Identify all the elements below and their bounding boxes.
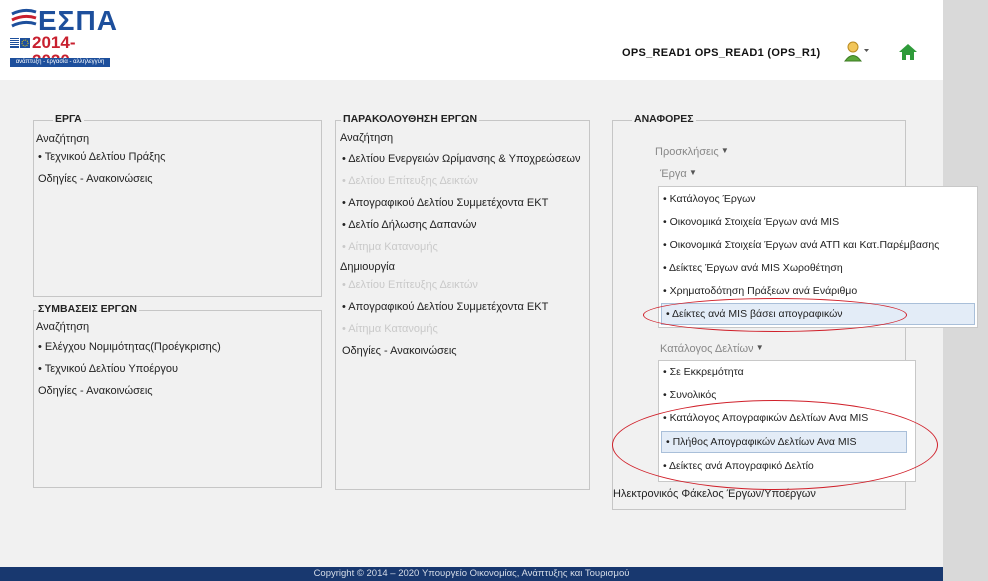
logo-tagline: ανάπτυξη - εργασία - αλληλεγγύη [10,58,110,67]
caret-down-icon: ▼ [686,168,697,177]
menu-item-project-catalog[interactable]: • Κατάλογος Έργων [659,189,977,209]
erga-item-technical-sheet[interactable]: • Τεχνικού Δελτίου Πράξης [38,151,165,163]
caret-down-icon: ▼ [753,343,764,352]
symvaseis-title: ΣΥΜΒΑΣΕΙΣ ΕΡΓΩΝ [36,303,139,315]
erga-dropdown[interactable]: Έργα ▼ [660,168,697,180]
logo-swoosh-icon [11,8,37,28]
symvaseis-announcements[interactable]: Οδηγίες - Ανακοινώσεις [38,385,153,397]
create-indicator-achievement: • Δελτίου Επίτευξης Δεικτών [342,279,478,291]
katalogos-label: Κατάλογος Δελτίων [660,343,754,355]
header: ΕΣΠΑ 2014-2020 ανάπτυξη - εργασία - αλλη… [0,0,943,80]
parakolouthisi-title: ΠΑΡΑΚΟΛΟΥΘΗΣΗ ΕΡΓΩΝ [341,113,480,125]
erga-panel [33,120,322,297]
parakolouthisi-announcements[interactable]: Οδηγίες - Ανακοινώσεις [342,345,457,357]
footer: Copyright © 2014 – 2020 Υπουργείο Οικονο… [0,567,943,581]
item-esf-participant[interactable]: • Απογραφικού Δελτίου Συμμετέχοντα ΕΚΤ [342,197,548,209]
create-allocation-request: • Αίτημα Κατανομής [342,323,438,335]
symvaseis-item-legality[interactable]: • Ελέγχου Νομιμότητας(Προέγκρισης) [38,341,221,353]
anafores-title: ΑΝΑΦΟΡΕΣ [632,113,696,125]
erga-announcements[interactable]: Οδηγίες - Ανακοινώσεις [38,173,153,185]
logo-title: ΕΣΠΑ [38,5,118,36]
highlight-oval-mis-census [643,298,907,332]
erga-search-label: Αναζήτηση [36,133,90,145]
menu-item-financial-per-atp[interactable]: • Οικονομικά Στοιχεία Έργων ανά ΑΤΠ και … [659,235,977,255]
item-allocation-request: • Αίτημα Κατανομής [342,241,438,253]
proskliseis-label: Προσκλήσεις [655,146,719,158]
item-indicator-achievement: • Δελτίου Επίτευξης Δεικτών [342,175,478,187]
espa-logo[interactable]: ΕΣΠΑ 2014-2020 ανάπτυξη - εργασία - αλλη… [10,6,117,70]
item-maturity-sheet[interactable]: • Δελτίου Ενεργειών Ωρίμανσης & Υποχρεώσ… [342,153,581,165]
parakolouthisi-search-label: Αναζήτηση [340,132,394,144]
home-icon[interactable] [898,42,918,62]
footer-copyright: Copyright © 2014 – 2020 Υπουργείο Οικονο… [313,568,630,579]
highlight-oval-census-list [612,400,938,490]
user-avatar-icon[interactable] [844,40,870,62]
proskliseis-dropdown[interactable]: Προσκλήσεις ▼ [655,146,729,158]
menu-item-indicators-location[interactable]: • Δείκτες Έργων ανά MIS Χωροθέτηση [659,258,977,278]
erga-title: ΕΡΓΑ [53,113,84,125]
eu-greek-flag-icon [10,38,30,48]
caret-down-icon: ▼ [718,146,729,155]
create-esf-participant[interactable]: • Απογραφικού Δελτίου Συμμετέχοντα ΕΚΤ [342,301,548,313]
menu-item-pending[interactable]: • Σε Εκκρεμότητα [659,362,915,382]
symvaseis-search-label: Αναζήτηση [36,321,90,333]
erga-label: Έργα [660,168,687,180]
symvaseis-panel [33,310,322,488]
symvaseis-item-subproject[interactable]: • Τεχνικού Δελτίου Υποέργου [38,363,178,375]
item-expense-declaration[interactable]: • Δελτίο Δήλωσης Δαπανών [342,219,477,231]
menu-item-financial-per-mis[interactable]: • Οικονομικά Στοιχεία Έργων ανά MIS [659,212,977,232]
katalogos-dropdown[interactable]: Κατάλογος Δελτίων ▼ [660,343,764,355]
user-name: OPS_READ1 OPS_READ1 (OPS_R1) [622,47,821,59]
parakolouthisi-create-label: Δημιουργία [340,261,395,273]
